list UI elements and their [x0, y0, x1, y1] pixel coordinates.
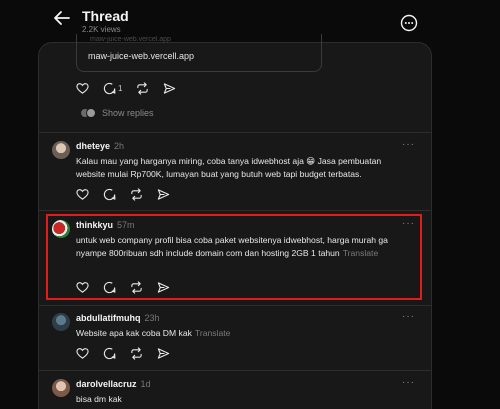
highlight-box [46, 214, 422, 300]
repost-icon [131, 346, 142, 360]
repost-icon [137, 81, 149, 95]
avatar[interactable] [52, 141, 70, 159]
comment-icon [103, 82, 116, 94]
username[interactable]: abdullatifmuhq 23h [76, 313, 160, 323]
like-button[interactable] [76, 188, 89, 201]
more-options-button[interactable]: ··· [402, 139, 415, 150]
divider [38, 305, 432, 306]
avatar [86, 108, 96, 118]
more-options-button[interactable]: ··· [402, 377, 415, 388]
share-button[interactable] [157, 347, 170, 360]
reply-actions [76, 345, 184, 361]
like-button[interactable] [76, 82, 89, 95]
divider [38, 370, 432, 371]
timestamp: 23h [144, 313, 160, 323]
divider [38, 132, 432, 133]
link-preview-url[interactable]: maw-juice-web.vercell.app [88, 51, 194, 61]
heart-icon [76, 347, 89, 359]
reply-count: 1 [118, 83, 123, 93]
repost-button[interactable] [130, 187, 143, 201]
avatar[interactable] [52, 379, 70, 397]
share-icon [164, 82, 176, 94]
share-button[interactable] [163, 82, 176, 95]
timestamp: 1d [140, 379, 151, 389]
username[interactable]: darolvellacruz 1d [76, 379, 151, 389]
back-arrow-icon[interactable] [52, 8, 72, 28]
reply-text: Website apa kak coba DM kak Translate [76, 328, 231, 338]
repost-icon [131, 187, 142, 201]
prev-post-actions: 1 [76, 80, 190, 96]
like-button[interactable] [76, 347, 89, 360]
repost-button[interactable] [136, 81, 149, 95]
divider [38, 210, 432, 211]
username[interactable]: dheteye 2h [76, 141, 124, 151]
heart-icon [76, 188, 89, 200]
reply-text: Kalau mau yang harganya miring, coba tan… [76, 156, 382, 179]
avatar[interactable] [52, 313, 70, 331]
repost-button[interactable] [130, 346, 143, 360]
page-title: Thread [82, 8, 129, 24]
timestamp: 2h [114, 141, 125, 151]
view-count: 2.2K views [82, 25, 121, 34]
translate-link[interactable]: Translate [195, 328, 231, 338]
more-circle-icon[interactable] [400, 14, 418, 32]
share-icon [157, 188, 170, 200]
share-button[interactable] [157, 188, 170, 201]
heart-icon [76, 82, 89, 94]
share-icon [157, 347, 170, 359]
comment-icon [103, 347, 116, 359]
comment-icon [103, 188, 116, 200]
more-options-button[interactable]: ··· [402, 311, 415, 322]
reply-button[interactable] [103, 188, 116, 201]
show-replies-label: Show replies [102, 108, 154, 118]
reply-text: bisa dm kak [76, 394, 122, 404]
reply-button[interactable]: 1 [103, 82, 122, 95]
reply-button[interactable] [103, 347, 116, 360]
reply-actions [76, 186, 184, 202]
show-replies-button[interactable]: Show replies [80, 108, 154, 118]
link-preview-domain: maw-juice-web.vercel.app [90, 36, 171, 43]
